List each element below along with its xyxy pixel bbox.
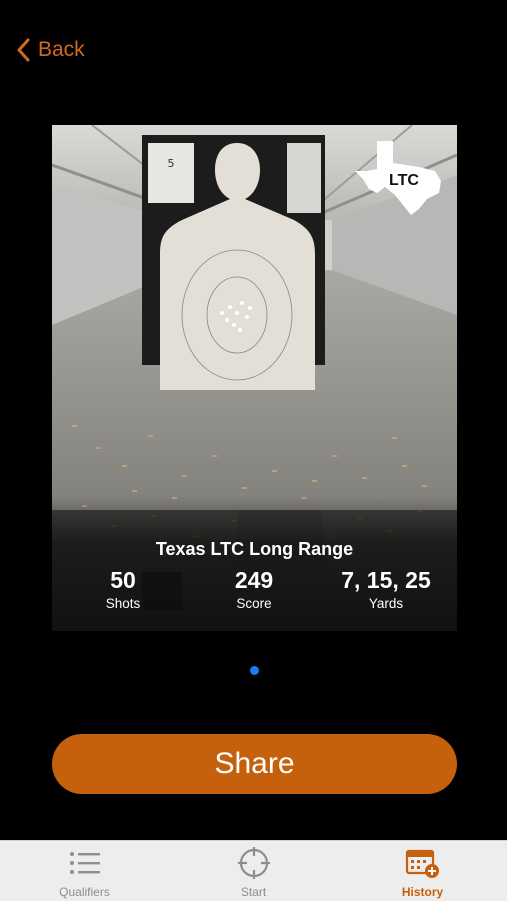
tab-qualifiers[interactable]: Qualifiers: [0, 841, 169, 901]
shots-label: Shots: [105, 596, 141, 612]
tab-start[interactable]: Start: [169, 841, 338, 901]
yards-stat: 7, 15, 25 Yards: [321, 567, 451, 612]
shots-stat: 50 Shots: [58, 567, 188, 612]
tab-start-label: Start: [240, 885, 267, 899]
score-stat: 249 Score: [189, 567, 319, 612]
tab-history-label: History: [401, 885, 444, 899]
yards-label: Yards: [368, 596, 404, 612]
target-number: 5: [168, 157, 175, 170]
back-label: Back: [38, 38, 85, 61]
tab-history[interactable]: History: [338, 841, 507, 901]
texas-ltc-logo: LTC: [355, 141, 441, 215]
score-label: Score: [236, 596, 272, 612]
shots-value: 50: [110, 567, 136, 593]
calendar-add-icon: [405, 849, 439, 878]
tab-bar: Qualifiers Start History: [0, 840, 507, 901]
share-button[interactable]: Share: [52, 734, 457, 794]
yards-value: 7, 15, 25: [341, 567, 431, 593]
list-icon: [69, 852, 100, 874]
back-button[interactable]: Back: [16, 38, 85, 62]
score-value: 249: [234, 567, 274, 593]
tab-qualifiers-label: Qualifiers: [59, 885, 110, 899]
chevron-left-icon: [17, 38, 30, 62]
crosshair-icon: [237, 847, 270, 879]
page-indicator-dot[interactable]: [250, 666, 259, 675]
result-card: 5 LTC Texas LTC Long Range 50 Shots 249 …: [52, 125, 457, 631]
qualifier-title: Texas LTC Long Range: [155, 539, 354, 559]
ltc-logo-text: LTC: [389, 172, 419, 189]
